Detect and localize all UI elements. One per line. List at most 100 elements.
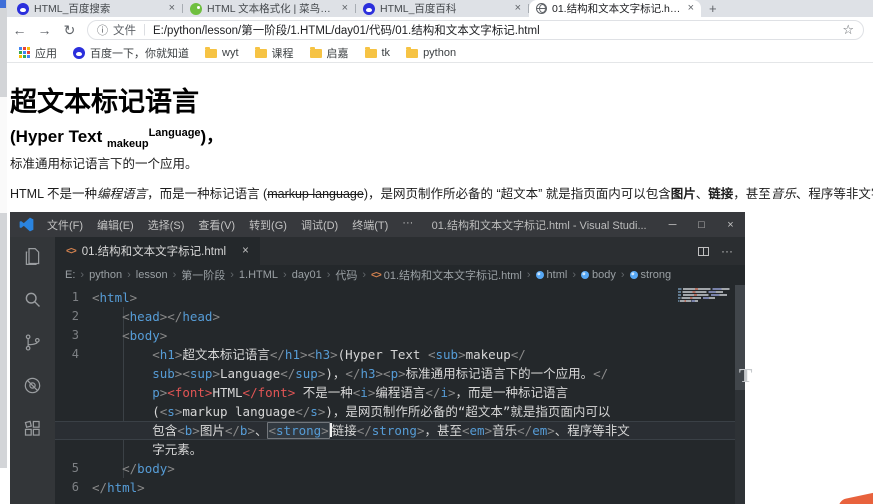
text-run: ，甚至 xyxy=(733,187,771,201)
symbol-tag-icon xyxy=(581,271,589,279)
code-line[interactable]: 包含<b>图片</b>、<strong> 链接</strong>，甚至<em>音乐… xyxy=(55,421,745,440)
address-bar[interactable]: ⓘ 文件 | E:/python/lesson/第一阶段/1.HTML/day0… xyxy=(87,20,864,40)
code-token: HTML xyxy=(212,385,243,400)
code-text: <body> xyxy=(92,326,167,345)
line-number xyxy=(55,383,92,402)
menu-item[interactable]: 转到(G) xyxy=(242,217,294,233)
breadcrumb-item[interactable]: python xyxy=(89,269,122,281)
code-editor[interactable]: 1 <html> 2 <head></head> 3 <body> 4 <h1>超文本标… xyxy=(55,285,745,504)
bookmark-star-icon[interactable]: ☆ xyxy=(842,22,854,38)
browser-tab[interactable]: HTML_百度百科 × xyxy=(356,0,528,17)
breadcrumb-item[interactable]: day01 xyxy=(292,269,322,281)
code-token: 图片 xyxy=(199,423,225,438)
search-icon[interactable] xyxy=(22,289,43,310)
code-token: >< xyxy=(174,366,190,381)
code-line[interactable]: 6 </html> xyxy=(55,478,745,497)
debug-disabled-icon[interactable] xyxy=(22,375,43,396)
breadcrumb-item[interactable]: html xyxy=(535,269,567,281)
vscode-editor-tab[interactable]: <> 01.结构和文本文字标记.html × xyxy=(55,237,260,265)
forward-icon[interactable]: → xyxy=(32,22,57,38)
menu-item[interactable]: 文件(F) xyxy=(40,217,90,233)
tabs-container: HTML_百度搜索 × HTML 文本格式化 | 菜鸟教程 × HTML_百度百科 × 01… xyxy=(7,0,701,17)
minimap[interactable] xyxy=(678,288,734,304)
explorer-icon[interactable] xyxy=(22,246,43,267)
code-line[interactable]: 4 <h1>超文本标记语言</h1><h3>(Hyper Text <sub>m… xyxy=(55,345,745,364)
tab-close-icon[interactable]: × xyxy=(515,3,521,14)
editor-scrollbar[interactable] xyxy=(735,285,745,504)
browser-tab[interactable]: 01.结构和文本文字标记.html × xyxy=(529,0,701,17)
code-line[interactable]: (<s>markup language</s>)，是网页制作所必备的“超文本”就… xyxy=(55,402,745,421)
code-token: < xyxy=(122,328,130,343)
code-line[interactable]: 字元素。 xyxy=(55,440,745,459)
code-token: > xyxy=(547,423,555,438)
bookmark-item[interactable]: 启嘉 xyxy=(309,45,349,61)
line-number xyxy=(55,440,92,459)
code-token: < xyxy=(461,423,470,438)
code-text: <h1>超文本标记语言</h1><h3>(Hyper Text <sub>mak… xyxy=(92,345,526,364)
code-line[interactable]: sub><sup>Language</sup>)，</h3><p>标准通用标记语… xyxy=(55,364,745,383)
close-icon[interactable]: × xyxy=(716,219,745,231)
reload-icon[interactable]: ↻ xyxy=(57,22,82,39)
text-run: markup language xyxy=(267,187,364,201)
edge-segment xyxy=(0,468,7,504)
breadcrumb-item[interactable]: 代码 xyxy=(335,267,357,283)
breadcrumb-separator-icon: › xyxy=(526,269,531,281)
breadcrumb-item[interactable]: <> 01.结构和文本文字标记.html xyxy=(371,267,522,283)
tab-close-icon[interactable]: × xyxy=(242,245,249,257)
bookmark-item[interactable]: python xyxy=(406,47,456,59)
back-icon[interactable]: ← xyxy=(7,22,32,38)
bookmark-item[interactable]: wyt xyxy=(205,47,239,59)
menu-item[interactable]: 查看(V) xyxy=(191,217,242,233)
menu-item[interactable]: 调试(D) xyxy=(294,217,345,233)
browser-tab[interactable]: HTML 文本格式化 | 菜鸟教程 × xyxy=(183,0,355,17)
breadcrumb-item[interactable]: 1.HTML xyxy=(239,269,278,281)
code-token: p xyxy=(390,366,399,381)
new-tab-button[interactable]: + xyxy=(709,1,717,16)
bookmark-item[interactable]: 百度一下，你就知道 xyxy=(73,45,189,61)
code-line[interactable]: 3 <body> xyxy=(55,326,745,345)
code-token: body xyxy=(137,461,168,476)
breadcrumb-item[interactable]: body xyxy=(581,269,616,281)
source-control-icon[interactable] xyxy=(22,332,43,353)
bookmark-label: 启嘉 xyxy=(326,47,349,60)
breadcrumb-item[interactable]: lesson xyxy=(136,269,168,281)
code-line[interactable]: p><font>HTML</font> 不是一种<i>编程语言</i>，而是一种… xyxy=(55,383,745,402)
breadcrumb-item[interactable]: strong xyxy=(629,269,671,281)
url-text[interactable]: E:/python/lesson/第一阶段/1.HTML/day01/代码/01… xyxy=(153,22,842,38)
code-line[interactable]: 1 <html> xyxy=(55,288,745,307)
split-editor-icon[interactable] xyxy=(698,246,709,256)
line-number: 6 xyxy=(71,480,79,494)
code-token: 、 xyxy=(254,423,268,438)
breadcrumb-item[interactable]: 第一阶段 xyxy=(181,267,225,283)
code-token: ，而是一种标记语言 xyxy=(455,385,569,400)
menu-item[interactable]: 编辑(E) xyxy=(90,217,141,233)
maximize-icon[interactable]: □ xyxy=(687,219,716,231)
tab-close-icon[interactable]: × xyxy=(688,3,694,14)
code-token: )，是网页制作所必备的“超文本”就是指页面内可以 xyxy=(325,404,611,419)
code-token: i xyxy=(440,385,448,400)
menu-item[interactable]: 终端(T) xyxy=(345,217,395,233)
code-line[interactable]: 5 </body> xyxy=(55,459,745,478)
code-token: </ xyxy=(517,423,533,438)
more-actions-icon[interactable]: ··· xyxy=(721,244,733,258)
breadcrumb-separator-icon: › xyxy=(80,269,85,281)
tab-close-icon[interactable]: × xyxy=(169,3,175,14)
extensions-icon[interactable] xyxy=(22,418,43,439)
breadcrumb-item[interactable]: E: xyxy=(65,269,75,281)
text-run: HTML 不是一种 xyxy=(10,187,98,201)
menu-item[interactable]: 选择(S) xyxy=(141,217,192,233)
info-icon[interactable]: ⓘ xyxy=(97,22,108,38)
bookmark-item[interactable]: 应用 xyxy=(19,45,57,61)
subtitle-subscript: makeup xyxy=(107,138,149,150)
menu-item[interactable]: ··· xyxy=(395,217,420,233)
browser-tab[interactable]: HTML_百度搜索 × xyxy=(10,0,182,17)
minimize-icon[interactable]: ─ xyxy=(658,219,687,231)
bookmark-item[interactable]: 课程 xyxy=(254,45,294,61)
tab-close-icon[interactable]: × xyxy=(342,3,348,14)
code-token: 标准通用标记语言下的一个应用。 xyxy=(405,366,594,381)
bookmark-item[interactable]: tk xyxy=(364,47,390,59)
code-line[interactable]: 2 <head></head> xyxy=(55,307,745,326)
breadcrumb-separator-icon: › xyxy=(127,269,131,281)
code-token: > xyxy=(212,309,220,324)
